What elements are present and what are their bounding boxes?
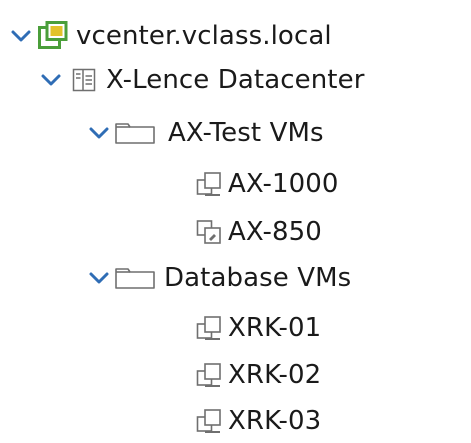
tree-node-vm-xrk-01[interactable]: XRK-01 [196,306,321,350]
chevron-down-icon[interactable] [40,69,62,91]
tree-node-label: AX-850 [228,217,322,247]
tree-node-datacenter[interactable]: X-Lence Datacenter [40,58,365,102]
chevron-down-icon[interactable] [88,267,110,289]
tree-node-vm-xrk-03[interactable]: XRK-03 [196,399,321,443]
tree-node-label: Database VMs [164,263,352,293]
tree-node-label: XRK-03 [228,406,322,436]
vm-icon [196,313,226,343]
folder-icon [114,121,156,145]
vcenter-icon [38,21,68,51]
tree-node-folder-database-vms[interactable]: Database VMs [88,256,351,300]
tree-node-vm-ax-1000[interactable]: AX-1000 [196,162,339,206]
chevron-down-icon[interactable] [10,25,32,47]
tree-node-vm-ax-850[interactable]: AX-850 [196,210,322,254]
datacenter-icon [72,68,96,92]
tree-node-label: X-Lence Datacenter [106,65,365,95]
tree-node-folder-ax-test-vms[interactable]: AX-Test VMs [88,111,324,155]
tree-node-label: XRK-02 [228,360,322,390]
vm-template-icon [196,217,226,247]
vm-icon [196,406,226,436]
tree-node-label: XRK-01 [228,313,322,343]
tree-node-vm-xrk-02[interactable]: XRK-02 [196,353,321,397]
chevron-down-icon[interactable] [88,122,110,144]
vm-icon [196,169,226,199]
folder-icon [114,266,156,290]
tree-node-label: AX-Test VMs [168,118,324,148]
vm-icon [196,360,226,390]
tree-node-vcenter[interactable]: vcenter.vclass.local [10,14,332,58]
tree-node-label: AX-1000 [228,169,339,199]
inventory-tree: vcenter.vclass.local X-Lence Datacenter [0,0,471,441]
tree-node-label: vcenter.vclass.local [76,21,332,51]
